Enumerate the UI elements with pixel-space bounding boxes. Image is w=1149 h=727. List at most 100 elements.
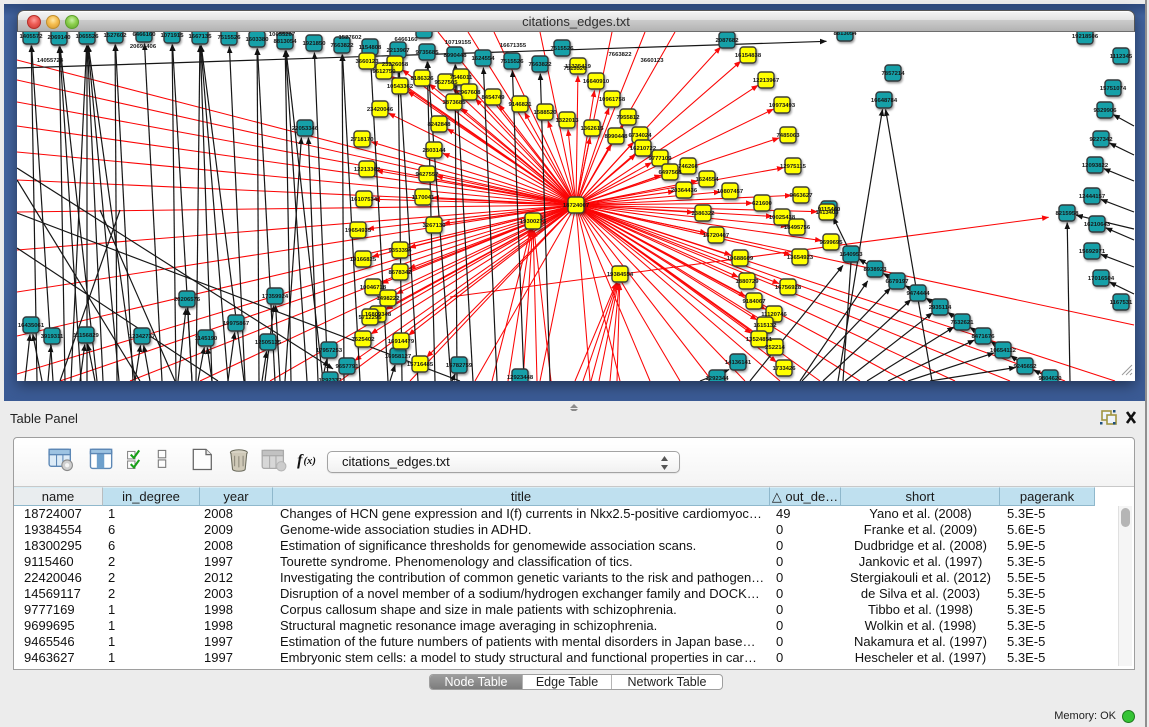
svg-text:13654923: 13654923: [787, 255, 814, 261]
svg-text:16648784: 16648784: [871, 98, 898, 104]
svg-text:7485063: 7485063: [777, 133, 801, 139]
svg-text:1603380: 1603380: [246, 37, 270, 43]
svg-text:16435061: 16435061: [18, 323, 45, 329]
svg-text:19300273: 19300273: [520, 219, 547, 225]
svg-text:9463627: 9463627: [790, 193, 814, 199]
svg-text:2967608: 2967608: [458, 90, 482, 96]
svg-text:16033809: 16033809: [411, 32, 438, 34]
svg-text:6466160: 6466160: [395, 37, 419, 43]
svg-text:1405572: 1405572: [20, 34, 44, 40]
svg-text:7546011: 7546011: [450, 75, 473, 81]
svg-text:23420046: 23420046: [367, 107, 394, 113]
svg-text:7515526: 7515526: [501, 59, 525, 65]
svg-text:(x): (x): [304, 456, 316, 467]
svg-text:16782759: 16782759: [446, 363, 473, 369]
svg-text:10543362: 10543362: [387, 84, 414, 90]
svg-text:2386322: 2386322: [692, 211, 716, 217]
svg-text:10654112: 10654112: [990, 348, 1017, 354]
svg-text:1292344: 1292344: [706, 376, 730, 381]
svg-text:1624554: 1624554: [696, 177, 720, 183]
svg-text:1071915: 1071915: [161, 33, 185, 39]
svg-text:2935114: 2935114: [929, 305, 952, 311]
svg-text:8990448: 8990448: [444, 53, 468, 59]
svg-text:16671355: 16671355: [500, 43, 527, 49]
svg-text:8678342: 8678342: [389, 270, 413, 276]
svg-text:16154838: 16154838: [735, 53, 762, 59]
svg-text:14055724: 14055724: [37, 58, 64, 64]
svg-text:16640910: 16640910: [583, 79, 610, 85]
svg-text:7515526: 7515526: [551, 46, 575, 52]
svg-text:1498222: 1498222: [377, 296, 401, 302]
svg-text:23226058: 23226058: [382, 62, 409, 68]
svg-text:15692971: 15692971: [1079, 249, 1106, 255]
svg-text:16914479: 16914479: [388, 339, 415, 345]
svg-text:3660123: 3660123: [641, 58, 665, 64]
svg-text:1880729: 1880729: [736, 279, 760, 285]
svg-text:1624554: 1624554: [472, 56, 496, 62]
svg-text:19218506: 19218506: [1072, 34, 1099, 40]
svg-text:1413403: 1413403: [816, 210, 840, 216]
svg-text:10655267: 10655267: [269, 32, 296, 38]
svg-text:16756928: 16756928: [775, 285, 802, 291]
svg-text:9329906: 9329906: [1094, 108, 1118, 114]
svg-text:17359924: 17359924: [262, 294, 289, 300]
svg-text:1112345: 1112345: [1110, 54, 1133, 60]
svg-text:12923448: 12923448: [507, 375, 534, 381]
svg-text:7515526: 7515526: [218, 35, 242, 41]
svg-text:6497568: 6497568: [659, 170, 683, 176]
svg-text:12505135: 12505135: [255, 340, 282, 346]
svg-text:10025438: 10025438: [769, 215, 796, 221]
svg-text:17957253: 17957253: [316, 348, 343, 354]
svg-text:1065526: 1065526: [76, 34, 100, 40]
svg-text:1170041: 1170041: [412, 195, 435, 201]
svg-text:10973493: 10973493: [769, 103, 796, 109]
svg-text:1733426: 1733426: [773, 366, 797, 372]
svg-text:12342737: 12342737: [129, 334, 156, 340]
svg-text:2213967: 2213967: [387, 48, 411, 54]
svg-text:9245652: 9245652: [1014, 364, 1038, 370]
svg-text:3267130: 3267130: [423, 223, 447, 229]
svg-text:8186326: 8186326: [411, 76, 435, 82]
svg-text:1322013: 1322013: [556, 118, 580, 124]
svg-text:11156829: 11156829: [73, 333, 99, 339]
svg-text:10807457: 10807457: [717, 189, 744, 195]
svg-text:19384554: 19384554: [607, 272, 634, 278]
svg-text:6734024: 6734024: [629, 133, 653, 139]
svg-text:7955812: 7955812: [617, 115, 641, 121]
svg-text:20691406: 20691406: [130, 44, 157, 50]
svg-text:8242848: 8242848: [428, 122, 452, 128]
svg-text:1145190: 1145190: [195, 336, 218, 342]
svg-text:13524851: 13524851: [746, 337, 773, 343]
svg-text:7625402: 7625402: [352, 337, 376, 343]
svg-text:7515526: 7515526: [564, 66, 588, 72]
svg-text:18724007: 18724007: [563, 203, 590, 209]
svg-text:15716485: 15716485: [407, 362, 434, 368]
svg-text:9227342: 9227342: [1090, 137, 1114, 143]
svg-text:12213967: 12213967: [753, 78, 780, 84]
svg-text:3873685: 3873685: [443, 100, 467, 106]
svg-text:2069140: 2069140: [48, 35, 72, 41]
svg-text:252214: 252214: [765, 345, 785, 351]
svg-text:1292337: 1292337: [319, 378, 343, 381]
svg-text:7663822: 7663822: [529, 62, 553, 68]
svg-text:9777109: 9777109: [649, 156, 673, 162]
svg-text:9612750: 9612750: [373, 69, 397, 75]
svg-text:1640953: 1640953: [840, 252, 864, 258]
svg-text:7663822: 7663822: [609, 52, 633, 58]
svg-text:7663822: 7663822: [331, 43, 355, 49]
svg-text:20364436: 20364436: [671, 188, 698, 194]
svg-text:9804620: 9804620: [1039, 376, 1063, 381]
svg-text:9427552: 9427552: [416, 172, 440, 178]
svg-text:7857214: 7857214: [882, 71, 906, 77]
svg-text:9735685: 9735685: [416, 50, 440, 56]
svg-text:2718170: 2718170: [351, 137, 375, 143]
svg-text:16958127: 16958127: [385, 354, 412, 360]
svg-text:20206576: 20206576: [174, 297, 201, 303]
svg-text:10719155: 10719155: [445, 40, 472, 46]
svg-text:14136141: 14136141: [725, 360, 752, 366]
svg-text:7632621: 7632621: [951, 320, 975, 326]
svg-text:12444157: 12444157: [1079, 194, 1106, 200]
svg-text:621600: 621600: [752, 201, 772, 207]
svg-text:19654935: 19654935: [345, 228, 372, 234]
svg-text:19166825: 19166825: [350, 257, 377, 263]
